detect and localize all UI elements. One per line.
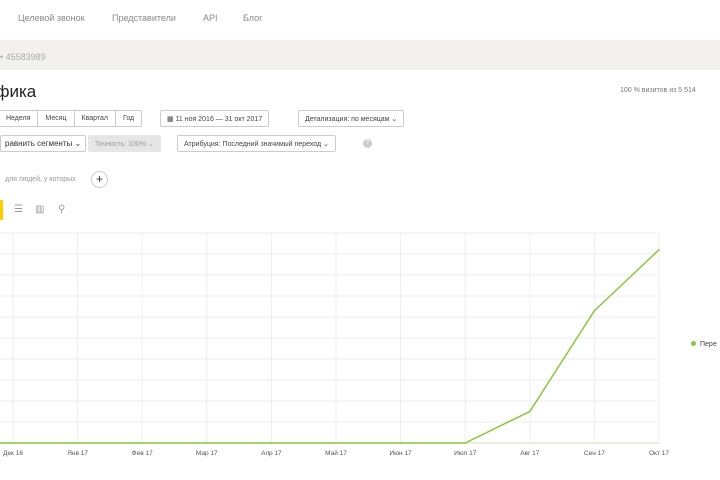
data-point (335, 442, 337, 444)
x-tick-label: Окт 17 (649, 450, 669, 457)
data-point (141, 442, 143, 444)
x-tick-label: Апр 17 (261, 450, 282, 457)
legend-dot-icon (691, 341, 696, 346)
date-range-label: 11 ноя 2016 — 31 окт 2017 (175, 116, 263, 123)
line-chart-tab-active[interactable] (0, 200, 3, 220)
x-tick-label: Янв 17 (67, 450, 88, 457)
legend-label: Пере (700, 341, 717, 348)
calendar-icon: ▦ (167, 116, 176, 123)
top-navigation: Целевой звонок Представители API Блог (0, 0, 720, 40)
data-point (593, 309, 596, 312)
x-tick-label: Сен 17 (584, 450, 605, 457)
counter-id: • 45583989 (0, 52, 46, 62)
date-range-button[interactable]: ▦ 11 ноя 2016 — 31 окт 2017 (160, 110, 270, 127)
x-tick-label: Май 17 (325, 449, 347, 457)
period-year[interactable]: Год (116, 111, 141, 126)
data-point (658, 249, 660, 251)
period-month[interactable]: Месяц (38, 111, 75, 126)
segment-text: для людей, у которых (5, 176, 76, 183)
line-chart: Дек 16 Янв 17 Фев 17 Мар 17 Апр 17 Май 17 Июн … (0, 232, 669, 457)
chevron-down-icon: ⌄ (147, 141, 154, 148)
compare-label: равнить сегменты (5, 139, 73, 148)
nav-link-target-call[interactable]: Целевой звонок (18, 13, 85, 23)
attribution-label: Атрибуция: Последний значимый переход (184, 141, 322, 148)
data-point (206, 442, 208, 444)
x-tick-label: Фев 17 (132, 450, 153, 457)
nav-link-blog[interactable]: Блог (243, 13, 262, 23)
data-point (270, 442, 273, 444)
period-selector: Неделя Месяц Квартал Год (0, 110, 143, 127)
compare-segments-dropdown[interactable]: равнить сегменты ⌄ (0, 135, 87, 152)
data-point (464, 442, 467, 444)
chevron-down-icon: ⌄ (323, 141, 329, 148)
breadcrumb: • 45583989 (0, 40, 720, 70)
period-week[interactable]: Неделя (0, 111, 39, 126)
x-tick-label: Дек 16 (3, 450, 23, 457)
period-quarter[interactable]: Квартал (75, 111, 116, 126)
map-pin-icon[interactable]: ⚲ (58, 204, 65, 215)
x-tick-label: Авг 17 (520, 450, 540, 457)
series-line (0, 249, 660, 444)
x-tick-label: Мар 17 (196, 450, 218, 457)
page-title: афика (0, 82, 37, 101)
nav-link-api[interactable]: API (203, 13, 218, 23)
bar-chart-icon[interactable]: ▥ (35, 204, 44, 215)
data-point (399, 442, 402, 444)
area-chart-icon[interactable]: ☰ (14, 204, 23, 215)
legend-item[interactable]: Пере (691, 341, 717, 348)
x-tick-label: Июл 17 (454, 450, 477, 457)
accuracy-label: Точность: 100% (95, 141, 147, 148)
data-point (529, 410, 531, 413)
sample-info: 100 % визитов из 5 514 (620, 87, 696, 94)
data-point (76, 442, 79, 444)
chevron-down-icon: ⌄ (74, 139, 82, 148)
detail-dropdown[interactable]: Детализация: по месяцам ⌄ (298, 110, 405, 127)
accuracy-dropdown[interactable]: Точность: 100% ⌄ (88, 135, 161, 152)
chevron-down-icon: ⌄ (391, 116, 398, 123)
add-segment-button[interactable]: + (91, 171, 108, 188)
data-point (12, 442, 14, 444)
attribution-dropdown[interactable]: Атрибуция: Последний значимый переход ⌄ (177, 135, 336, 152)
detail-label: Детализация: по месяцам (305, 116, 390, 123)
x-tick-label: Июн 17 (390, 450, 413, 457)
nav-link-representatives[interactable]: Представители (112, 13, 176, 23)
help-icon[interactable]: ? (363, 139, 372, 148)
